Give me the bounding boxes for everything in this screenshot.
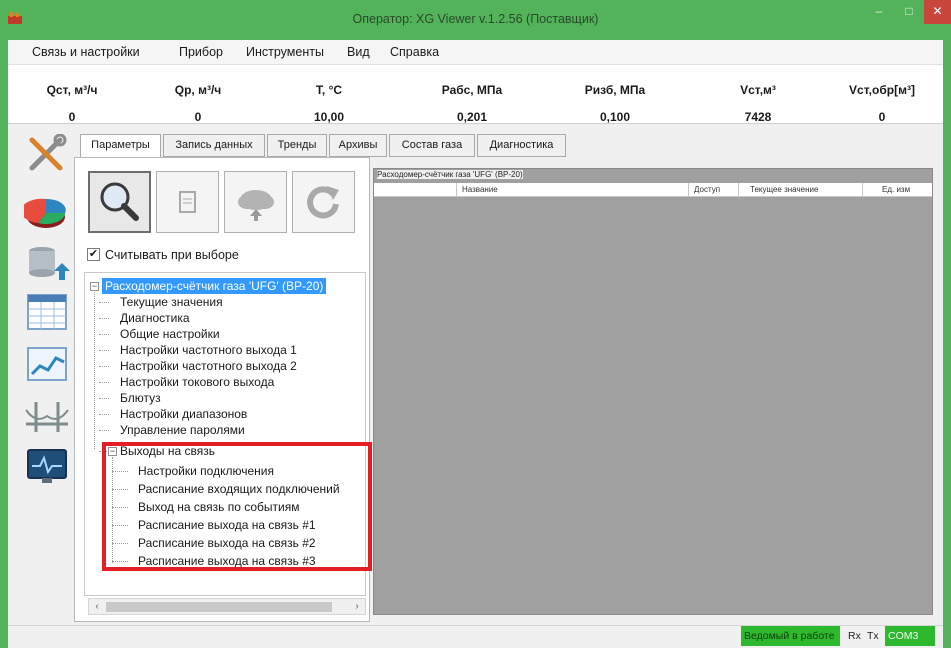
tree-item-ranges[interactable]: Настройки диапазонов xyxy=(120,406,247,422)
param-value-pabs: 0,201 xyxy=(456,110,488,124)
tab-gas-composition[interactable]: Состав газа xyxy=(389,134,475,157)
maximize-button[interactable]: □ xyxy=(894,0,924,24)
status-rx-indicator: Rx xyxy=(848,630,861,642)
tab-data-logging[interactable]: Запись данных xyxy=(163,134,265,157)
tab-parameters[interactable]: Параметры xyxy=(80,134,161,158)
grid-col-unit[interactable]: Ед. изм xyxy=(882,185,910,194)
parameters-grid-panel xyxy=(373,168,933,615)
param-value-pgauge: 0,100 xyxy=(599,110,631,124)
menu-bar: Связь и настройки Прибор Инструменты Вид… xyxy=(8,40,943,64)
trend-chart-icon[interactable] xyxy=(24,344,70,384)
search-icon xyxy=(100,182,139,221)
scroll-right-arrow-icon[interactable]: › xyxy=(349,599,365,614)
param-label-temperature: T, °C xyxy=(315,83,343,97)
tree-item-general-settings[interactable]: Общие настройки xyxy=(120,326,220,342)
tab-diagnostics[interactable]: Диагностика xyxy=(477,134,566,157)
tree-item-password-management[interactable]: Управление паролями xyxy=(120,422,245,438)
param-value-vst: 7428 xyxy=(744,110,772,124)
param-value-vst-reverse: 0 xyxy=(878,110,886,124)
database-upload-icon[interactable] xyxy=(24,243,70,283)
window-title: Оператор: XG Viewer v.1.2.56 (Поставщик) xyxy=(352,12,599,26)
tab-trends[interactable]: Тренды xyxy=(267,134,327,157)
monitor-pulse-icon[interactable] xyxy=(24,446,70,486)
parameters-band: Qст, м³/ч 0 Qр, м³/ч 0 T, °C 10,00 Рабс,… xyxy=(8,64,943,124)
grid-col-current-value[interactable]: Текущее значение xyxy=(750,185,818,194)
tree-root-expander[interactable]: − xyxy=(90,282,99,291)
tree-horizontal-scrollbar[interactable]: ‹ › xyxy=(88,598,366,615)
param-label-pgauge: Ризб, МПа xyxy=(584,83,646,97)
bridge-icon[interactable] xyxy=(24,396,70,436)
tree-item-current-output[interactable]: Настройки токового выхода xyxy=(120,374,274,390)
status-tx-indicator: Tx xyxy=(867,630,879,642)
menu-connection-settings[interactable]: Связь и настройки xyxy=(32,45,140,59)
refresh-button[interactable] xyxy=(292,171,355,233)
grid-header-row: Название Доступ Текущее значение Ед. изм xyxy=(374,183,932,197)
menu-view[interactable]: Вид xyxy=(347,45,370,59)
tab-archives[interactable]: Архивы xyxy=(329,134,387,157)
tree-item-frequency-output-1[interactable]: Настройки частотного выхода 1 xyxy=(120,342,297,358)
param-label-pabs: Рабс, МПа xyxy=(441,83,503,97)
status-com-port: COM3 xyxy=(885,626,935,646)
param-value-qst: 0 xyxy=(68,110,76,124)
minimize-button[interactable]: – xyxy=(864,0,894,24)
tree-root-node[interactable]: Расходомер-счётчик газа 'UFG' (BP-20) xyxy=(102,278,327,294)
param-label-vst-reverse: Vст,обр[м³] xyxy=(849,83,915,97)
scroll-left-arrow-icon[interactable]: ‹ xyxy=(89,599,105,614)
tools-icon[interactable] xyxy=(24,134,70,174)
cloud-upload-button[interactable] xyxy=(224,171,287,233)
param-value-qr: 0 xyxy=(194,110,202,124)
param-value-temperature: 10,00 xyxy=(313,110,345,124)
grid-caption: Расходомер-счётчик газа 'UFG' (BP-20) xyxy=(377,170,523,179)
menu-device[interactable]: Прибор xyxy=(179,45,223,59)
read-on-select-label: Считывать при выборе xyxy=(105,248,239,262)
search-button[interactable] xyxy=(88,171,151,233)
status-work-mode: Ведомый в работе xyxy=(741,626,840,646)
close-button[interactable]: ✕ xyxy=(924,0,951,24)
menu-tools[interactable]: Инструменты xyxy=(246,45,324,59)
document-button[interactable] xyxy=(156,171,219,233)
param-label-qst: Qст, м³/ч xyxy=(46,83,98,97)
annotation-highlight-box xyxy=(102,442,372,571)
scrollbar-thumb[interactable] xyxy=(106,602,332,612)
param-label-vst: Vст,м³ xyxy=(740,83,776,97)
read-on-select-checkbox[interactable]: ✔ xyxy=(87,248,100,261)
tree-item-bluetooth[interactable]: Блютуз xyxy=(120,390,161,406)
table-icon[interactable] xyxy=(24,292,70,332)
refresh-icon xyxy=(307,186,339,219)
document-icon xyxy=(179,191,196,213)
param-label-qr: Qр, м³/ч xyxy=(174,83,222,97)
cloud-upload-icon xyxy=(238,190,274,221)
title-bar[interactable]: Оператор: XG Viewer v.1.2.56 (Поставщик)… xyxy=(0,0,951,40)
tree-item-frequency-output-2[interactable]: Настройки частотного выхода 2 xyxy=(120,358,297,374)
menu-help[interactable]: Справка xyxy=(390,45,439,59)
grid-col-access[interactable]: Доступ xyxy=(694,185,720,194)
grid-col-name[interactable]: Название xyxy=(462,185,498,194)
pie-chart-icon[interactable] xyxy=(24,193,70,233)
tree-item-diagnostics[interactable]: Диагностика xyxy=(120,310,190,326)
tree-item-current-values[interactable]: Текущие значения xyxy=(120,294,223,310)
